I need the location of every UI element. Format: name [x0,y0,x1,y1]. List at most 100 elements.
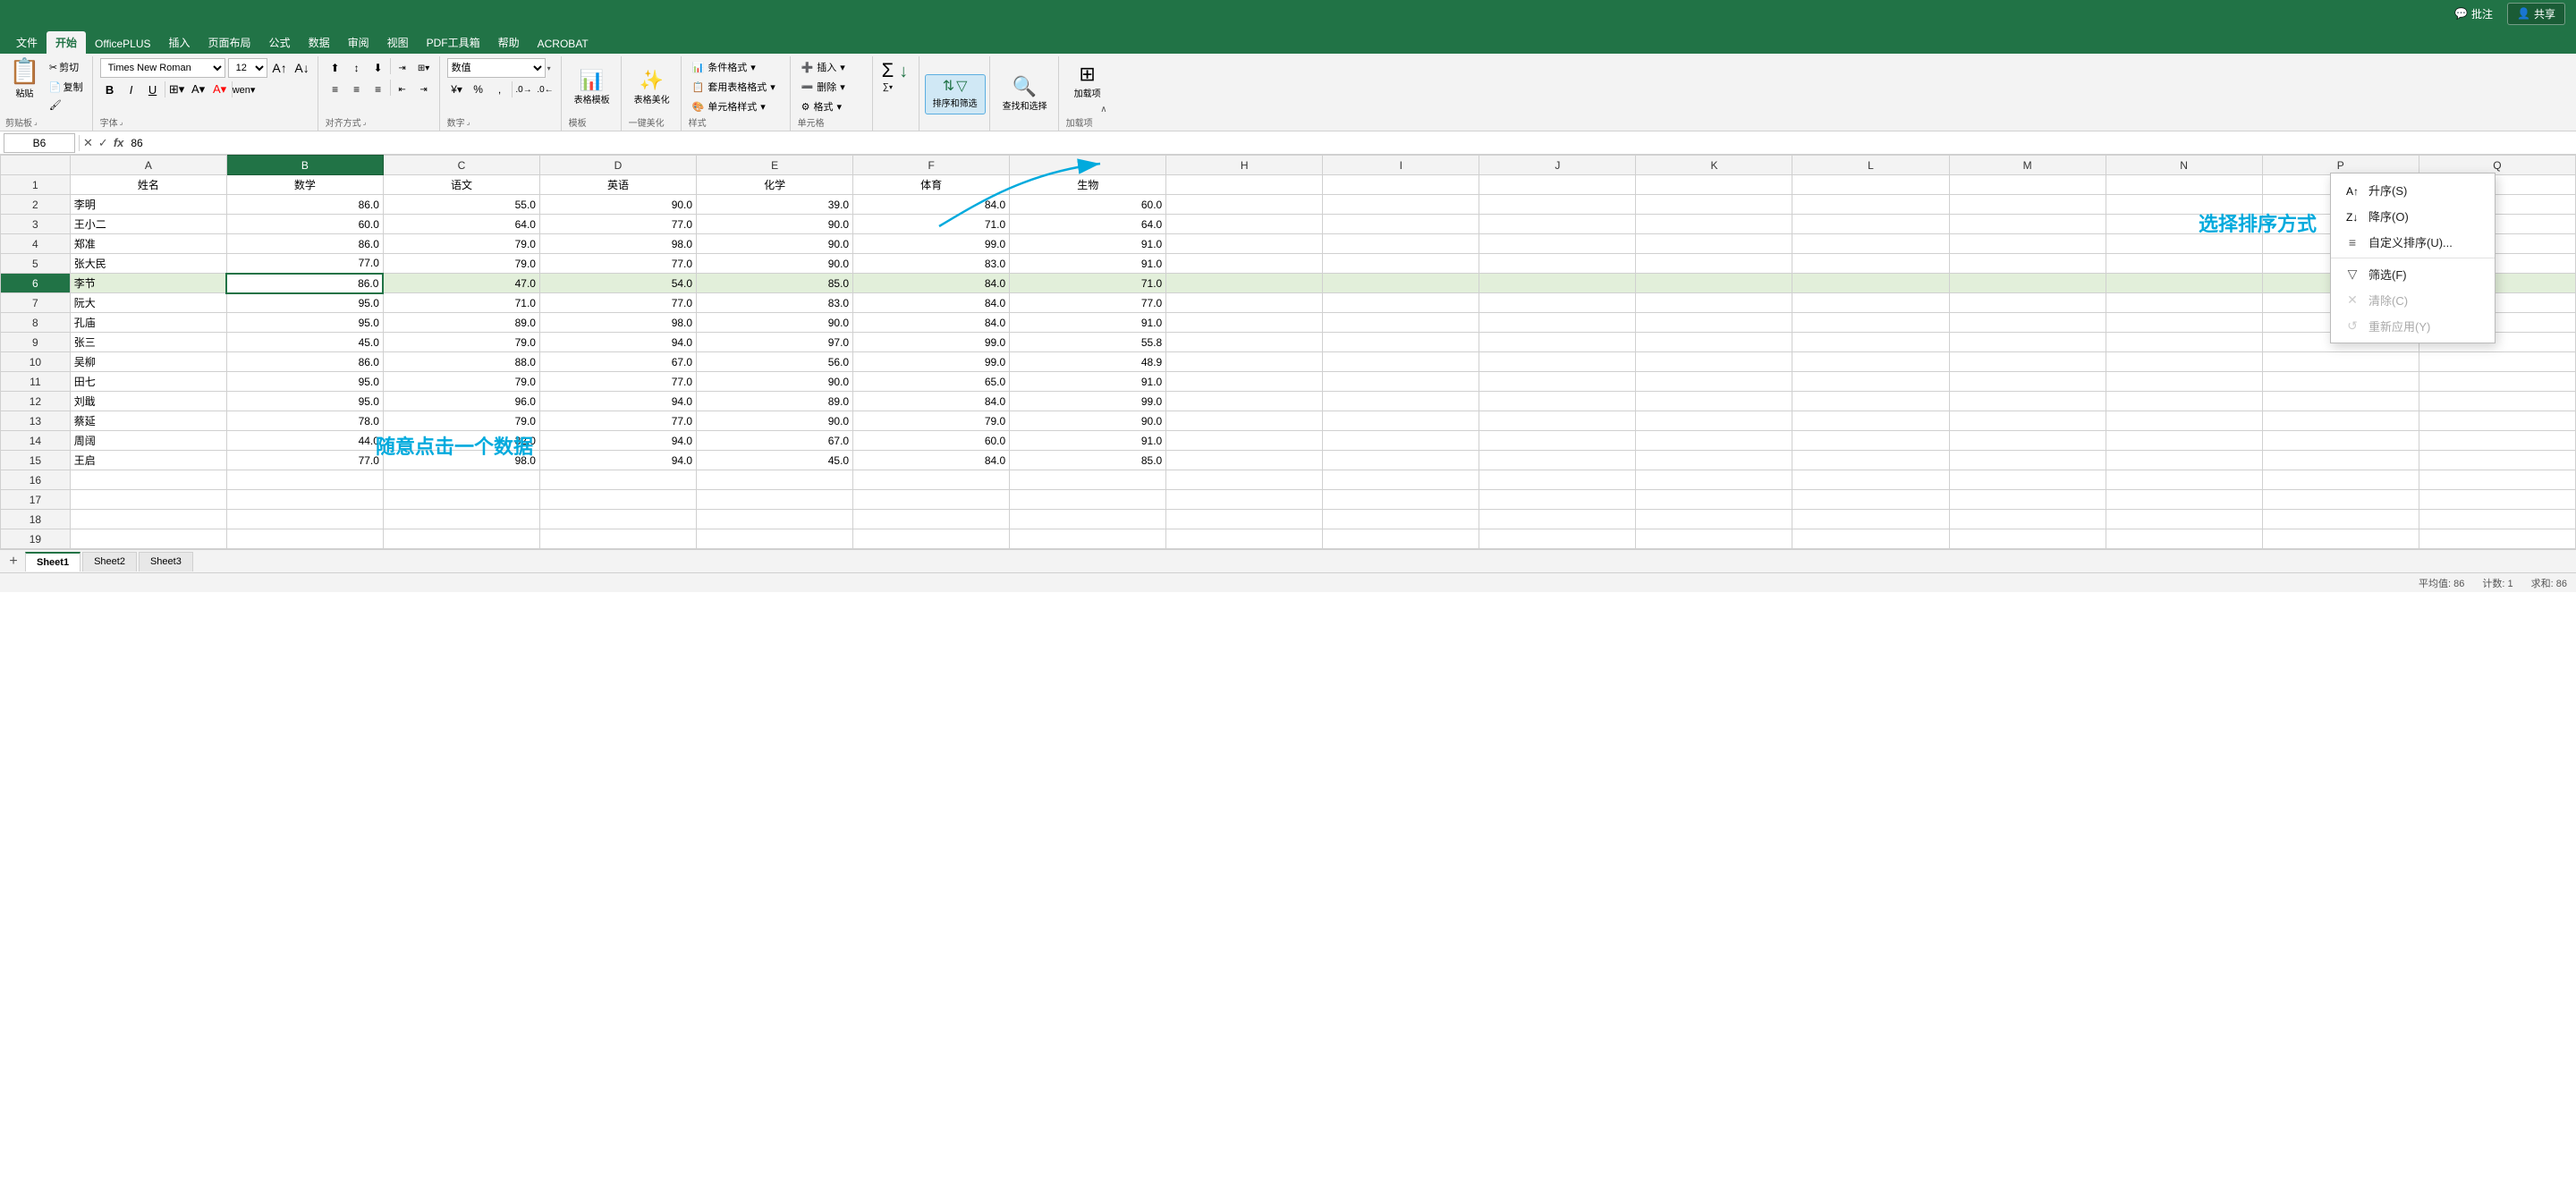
row-header-5[interactable]: 5 [1,254,71,274]
number-format-select[interactable]: 数值 [447,58,546,78]
bold-btn[interactable]: B [100,80,120,99]
cell-B6[interactable]: 86.0 [226,274,383,293]
cell-Q19[interactable] [2419,529,2575,549]
cell-I8[interactable] [1323,313,1479,333]
cell-J13[interactable] [1479,411,1636,431]
decrease-decimal-btn[interactable]: .0← [536,80,555,99]
cell-Q18[interactable] [2419,510,2575,529]
row-header-19[interactable]: 19 [1,529,71,549]
cell-M4[interactable] [1949,234,2106,254]
cell-Q14[interactable] [2419,431,2575,451]
cell-K12[interactable] [1636,392,1792,411]
insert-cell-btn[interactable]: ➕插入▾ [798,58,867,76]
cell-N2[interactable] [2106,195,2262,215]
cell-F12[interactable]: 84.0 [853,392,1010,411]
cell-D16[interactable] [539,470,696,490]
col-header-L[interactable]: L [1792,156,1949,175]
cell-N13[interactable] [2106,411,2262,431]
cell-G8[interactable]: 91.0 [1010,313,1166,333]
cell-E5[interactable]: 90.0 [697,254,853,274]
cell-I7[interactable] [1323,293,1479,313]
cell-J19[interactable] [1479,529,1636,549]
cell-E7[interactable]: 83.0 [697,293,853,313]
cell-C19[interactable] [383,529,539,549]
cell-J7[interactable] [1479,293,1636,313]
cell-B15[interactable]: 77.0 [226,451,383,470]
cell-D3[interactable]: 77.0 [539,215,696,234]
col-header-K[interactable]: K [1636,156,1792,175]
cell-E13[interactable]: 90.0 [697,411,853,431]
cell-B8[interactable]: 95.0 [226,313,383,333]
cell-K7[interactable] [1636,293,1792,313]
cell-H1[interactable] [1166,175,1323,195]
cell-C16[interactable] [383,470,539,490]
cell-D5[interactable]: 77.0 [539,254,696,274]
cell-P12[interactable] [2262,392,2419,411]
cell-N6[interactable] [2106,274,2262,293]
cell-F5[interactable]: 83.0 [853,254,1010,274]
cell-C3[interactable]: 64.0 [383,215,539,234]
cell-L8[interactable] [1792,313,1949,333]
cell-N17[interactable] [2106,490,2262,510]
format-cell-btn[interactable]: ⚙格式▾ [798,97,867,115]
cell-D7[interactable]: 77.0 [539,293,696,313]
cell-I9[interactable] [1323,333,1479,352]
cell-A9[interactable]: 张三 [70,333,226,352]
cell-H5[interactable] [1166,254,1323,274]
cell-D1[interactable]: 英语 [539,175,696,195]
cell-I19[interactable] [1323,529,1479,549]
cell-D6[interactable]: 54.0 [539,274,696,293]
reapply-item[interactable]: ↺ 重新应用(Y) [2331,313,2495,339]
table-format-btn[interactable]: 📋套用表格格式▾ [689,78,784,96]
cell-C4[interactable]: 79.0 [383,234,539,254]
comma-btn[interactable]: , [490,80,510,99]
cell-B10[interactable]: 86.0 [226,352,383,372]
cell-E14[interactable]: 67.0 [697,431,853,451]
cell-H8[interactable] [1166,313,1323,333]
cell-E19[interactable] [697,529,853,549]
cell-A3[interactable]: 王小二 [70,215,226,234]
cell-G3[interactable]: 64.0 [1010,215,1166,234]
cell-E1[interactable]: 化学 [697,175,853,195]
cell-G17[interactable] [1010,490,1166,510]
row-header-7[interactable]: 7 [1,293,71,313]
cell-I15[interactable] [1323,451,1479,470]
cell-N7[interactable] [2106,293,2262,313]
cell-G9[interactable]: 55.8 [1010,333,1166,352]
cell-B18[interactable] [226,510,383,529]
cell-C7[interactable]: 71.0 [383,293,539,313]
cell-H16[interactable] [1166,470,1323,490]
cell-C8[interactable]: 89.0 [383,313,539,333]
cell-I3[interactable] [1323,215,1479,234]
cell-G2[interactable]: 60.0 [1010,195,1166,215]
font-color-btn[interactable]: A▾ [210,80,230,99]
cell-P13[interactable] [2262,411,2419,431]
find-select-btn[interactable]: 🔍 查找和选择 [997,74,1053,114]
cell-E9[interactable]: 97.0 [697,333,853,352]
row-header-16[interactable]: 16 [1,470,71,490]
increase-decimal-btn[interactable]: .0→ [514,80,534,99]
format-painter-btn[interactable]: 🖌 [46,97,87,113]
cell-Q15[interactable] [2419,451,2575,470]
cell-G5[interactable]: 91.0 [1010,254,1166,274]
cell-N15[interactable] [2106,451,2262,470]
cell-C10[interactable]: 88.0 [383,352,539,372]
cell-N4[interactable] [2106,234,2262,254]
cell-A14[interactable]: 周阔 [70,431,226,451]
cell-F19[interactable] [853,529,1010,549]
cell-J12[interactable] [1479,392,1636,411]
cell-K10[interactable] [1636,352,1792,372]
cell-M11[interactable] [1949,372,2106,392]
cell-Q17[interactable] [2419,490,2575,510]
cell-A18[interactable] [70,510,226,529]
cell-K1[interactable] [1636,175,1792,195]
filter-item[interactable]: ▽ 筛选(F) [2331,261,2495,287]
cell-D18[interactable] [539,510,696,529]
cell-F4[interactable]: 99.0 [853,234,1010,254]
row-header-18[interactable]: 18 [1,510,71,529]
cell-K8[interactable] [1636,313,1792,333]
cell-I18[interactable] [1323,510,1479,529]
cell-C11[interactable]: 79.0 [383,372,539,392]
cell-Q12[interactable] [2419,392,2575,411]
font-name-select[interactable]: Times New Roman [100,58,225,78]
